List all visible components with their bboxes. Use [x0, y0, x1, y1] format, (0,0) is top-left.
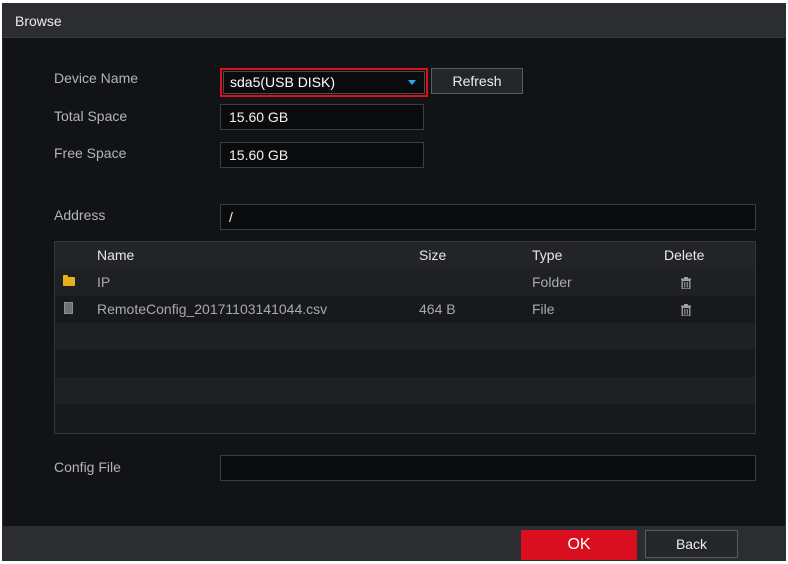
- back-button[interactable]: Back: [645, 530, 738, 558]
- row-type: Folder: [532, 274, 572, 290]
- title-bar: Browse: [3, 4, 785, 38]
- dropdown-caret-icon[interactable]: [408, 80, 416, 85]
- row-name: RemoteConfig_20171103141044.csv: [97, 301, 328, 317]
- column-delete-header: Delete: [664, 247, 705, 263]
- config-file-label: Config File: [54, 459, 121, 475]
- folder-icon: [63, 275, 75, 286]
- table-header: Name Size Type Delete: [55, 242, 755, 269]
- trash-icon[interactable]: [681, 277, 691, 289]
- row-name: IP: [97, 274, 111, 290]
- dialog-title: Browse: [15, 13, 62, 29]
- total-space-label: Total Space: [54, 108, 128, 124]
- row-size: 464 B: [419, 301, 456, 317]
- column-size-header: Size: [419, 247, 447, 263]
- file-icon: [64, 302, 73, 314]
- table-row[interactable]: RemoteConfig_20171103141044.csv 464 B Fi…: [55, 296, 755, 323]
- table-row[interactable]: IP Folder: [55, 269, 755, 296]
- device-name-dropdown[interactable]: sda5(USB DISK): [220, 68, 428, 97]
- device-name-label: Device Name: [54, 70, 139, 86]
- refresh-button[interactable]: Refresh: [431, 68, 523, 94]
- address-input[interactable]: /: [220, 204, 756, 230]
- empty-row: [55, 377, 755, 404]
- empty-row: [55, 350, 755, 377]
- column-type-header: Type: [532, 247, 563, 263]
- config-file-input[interactable]: [220, 455, 756, 481]
- row-type: File: [532, 301, 555, 317]
- device-name-value: sda5(USB DISK): [230, 74, 336, 90]
- empty-row: [55, 323, 755, 350]
- total-space-field: 15.60 GB: [220, 104, 424, 130]
- file-table: Name Size Type Delete IP Folder RemoteCo…: [54, 241, 756, 434]
- free-space-field: 15.60 GB: [220, 142, 424, 168]
- empty-row: [55, 404, 755, 431]
- ok-button[interactable]: OK: [521, 530, 637, 560]
- trash-icon[interactable]: [681, 304, 691, 316]
- free-space-label: Free Space: [54, 145, 127, 161]
- column-name-header: Name: [97, 247, 135, 263]
- address-label: Address: [54, 207, 106, 223]
- browse-dialog: Browse Device Name sda5(USB DISK) Refres…: [2, 3, 786, 561]
